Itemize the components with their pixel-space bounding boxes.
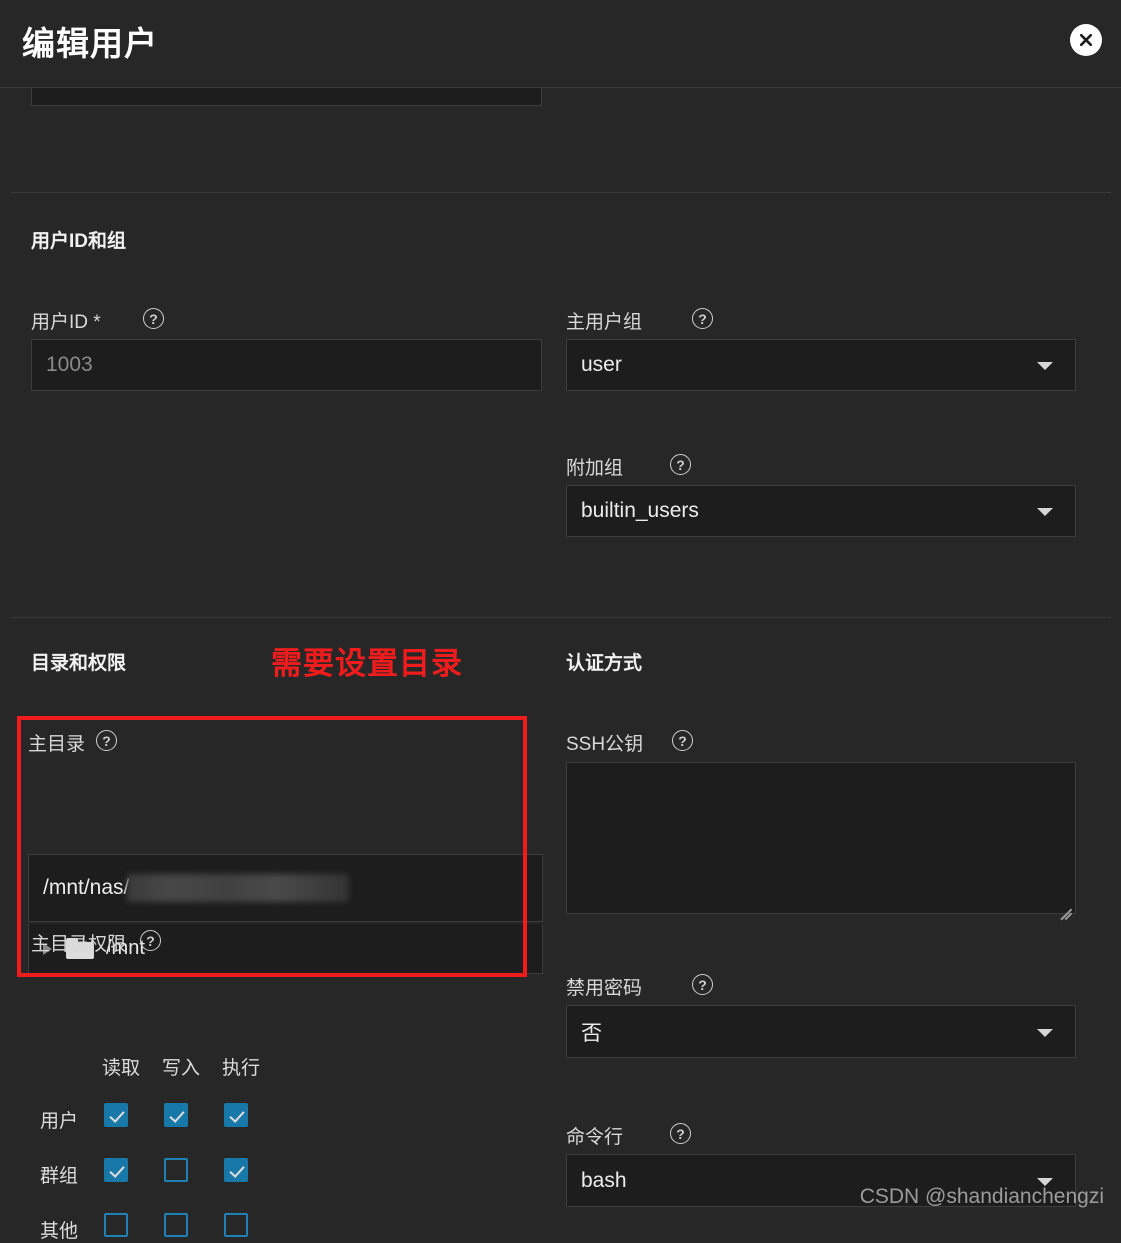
perm-checkbox-other-read[interactable] (104, 1213, 128, 1237)
primary-group-label: 主用户组 (566, 312, 643, 333)
perm-checkbox-other-write[interactable] (164, 1213, 188, 1237)
redacted-path-mask (127, 874, 350, 902)
uid-input[interactable]: 1003 (31, 339, 542, 391)
resize-handle-icon[interactable] (1058, 896, 1072, 920)
perm-checkbox-group-write[interactable] (164, 1158, 188, 1182)
section-title-auth-method: 认证方式 (566, 653, 643, 674)
home-dir-value: /mnt/nas/ (43, 876, 130, 899)
aux-groups-select[interactable]: builtin_users (566, 485, 1076, 537)
perm-checkbox-user-execute[interactable] (224, 1103, 248, 1127)
perm-row-other: 其他 (40, 1221, 79, 1242)
perm-checkbox-other-execute[interactable] (224, 1213, 248, 1237)
annotation-note: 需要设置目录 (271, 646, 463, 681)
aux-groups-help-icon[interactable]: ? (670, 454, 691, 475)
page-title: 编辑用户 (22, 25, 158, 62)
watermark: CSDN @shandianchengzi (859, 1185, 1104, 1208)
scrolled-field-partial[interactable] (31, 88, 542, 106)
primary-group-select[interactable]: user (566, 339, 1076, 391)
section-title-ids-and-groups: 用户ID和组 (31, 231, 127, 252)
ssh-key-help-icon[interactable]: ? (672, 730, 693, 751)
section-divider-top (11, 192, 1111, 193)
shell-label: 命令行 (566, 1127, 624, 1148)
perm-checkbox-group-read[interactable] (104, 1158, 128, 1182)
perm-checkbox-user-read[interactable] (104, 1103, 128, 1127)
perm-checkbox-group-execute[interactable] (224, 1158, 248, 1182)
ssh-key-label: SSH公钥 (566, 734, 644, 755)
perm-row-user: 用户 (40, 1111, 79, 1132)
dialog-body: 用户ID和组 用户ID * ? 1003 主用户组 ? user 附加组 ? b… (0, 88, 1121, 1242)
uid-help-icon[interactable]: ? (143, 308, 164, 329)
home-dir-help-icon[interactable]: ? (96, 730, 117, 751)
disable-password-value: 否 (581, 1021, 602, 1045)
home-dir-perms-label: 主目录权限 (31, 934, 127, 955)
section-title-directories: 目录和权限 (31, 653, 127, 674)
shell-value: bash (581, 1168, 627, 1192)
perm-column-write: 写入 (162, 1058, 201, 1079)
home-dir-input[interactable]: /mnt/nas/ (28, 854, 543, 922)
aux-groups-label: 附加组 (566, 458, 624, 479)
close-icon (1077, 31, 1095, 49)
primary-group-value: user (581, 353, 622, 376)
chevron-down-icon (1037, 1028, 1053, 1037)
aux-groups-value: builtin_users (581, 499, 699, 522)
close-button[interactable] (1070, 24, 1102, 56)
dialog-header: 编辑用户 (0, 0, 1121, 88)
shell-help-icon[interactable]: ? (670, 1123, 691, 1144)
disable-password-label: 禁用密码 (566, 978, 643, 999)
ssh-key-textarea[interactable] (566, 762, 1076, 920)
chevron-down-icon (1037, 362, 1053, 370)
disable-password-help-icon[interactable]: ? (692, 974, 713, 995)
perm-column-execute: 执行 (222, 1058, 261, 1079)
perm-column-read: 读取 (102, 1058, 141, 1079)
section-divider-middle (11, 617, 1111, 618)
perm-row-group: 群组 (40, 1166, 79, 1187)
perm-checkbox-user-write[interactable] (164, 1103, 188, 1127)
primary-group-help-icon[interactable]: ? (692, 308, 713, 329)
home-dir-label: 主目录 (28, 734, 86, 755)
home-dir-perms-help-icon[interactable]: ? (140, 930, 161, 951)
disable-password-select[interactable]: 否 (566, 1005, 1076, 1058)
uid-label: 用户ID * (31, 312, 101, 333)
chevron-down-icon (1037, 508, 1053, 516)
